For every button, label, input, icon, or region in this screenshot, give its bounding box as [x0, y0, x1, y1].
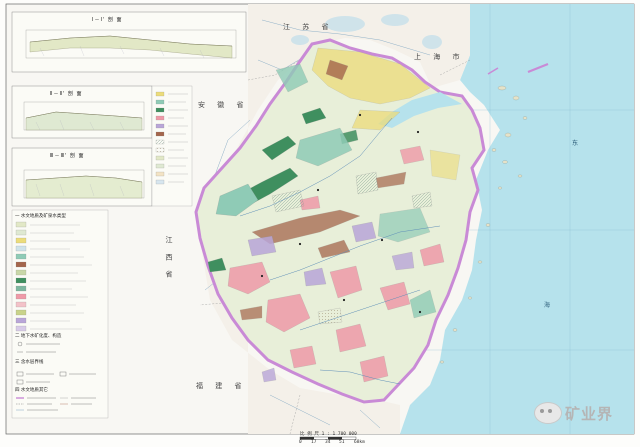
scale-tick-0: 0: [299, 440, 302, 445]
label-jiangsu: 江 苏 省: [283, 23, 334, 31]
scale-tick-2: 34: [325, 440, 331, 445]
wechat-icon: [534, 402, 562, 424]
label-sea-east: 东: [572, 140, 579, 147]
watermark: 矿业界: [534, 398, 634, 428]
watermark-text: 矿业界: [565, 404, 614, 423]
legend-group-4: 四 水文地质其它: [15, 388, 48, 393]
legend-group-1: 一 水文地质及矿泉水类型: [15, 214, 66, 219]
scale-text: 比 例 尺 1 : 1 700 000: [300, 432, 357, 437]
scale-tick-4: 68km: [354, 440, 365, 445]
label-fujian: 福 建 省: [196, 382, 247, 390]
map-canvas: [5, 3, 635, 440]
label-sea-hai: 海: [544, 302, 551, 309]
legend-group-3: 三 含水层界线: [15, 360, 44, 365]
scale-tick-1: 17: [311, 440, 317, 445]
scale-tick-3: 51: [339, 440, 345, 445]
profile-II-title: Ⅱ－Ⅱ' 剖 面: [50, 91, 83, 97]
profile-I-title: Ⅰ－Ⅰ' 剖 面: [92, 17, 123, 23]
label-shanghai: 上 海 市: [414, 53, 465, 61]
hydrogeological-map-sheet: Ⅰ－Ⅰ' 剖 面 Ⅱ－Ⅱ' 剖 面 Ⅲ－Ⅲ' 剖 面 一 水文地质及矿泉水类型 …: [0, 0, 640, 447]
label-jiangxi: 江 西 省: [165, 236, 173, 282]
label-anhui: 安 徽 省: [198, 101, 249, 109]
legend-group-2: 二 地下水矿化度、构造: [15, 334, 62, 339]
profile-III-title: Ⅲ－Ⅲ' 剖 面: [50, 153, 85, 159]
small-legend-column: [151, 85, 193, 207]
profile-I-box: [11, 11, 247, 73]
